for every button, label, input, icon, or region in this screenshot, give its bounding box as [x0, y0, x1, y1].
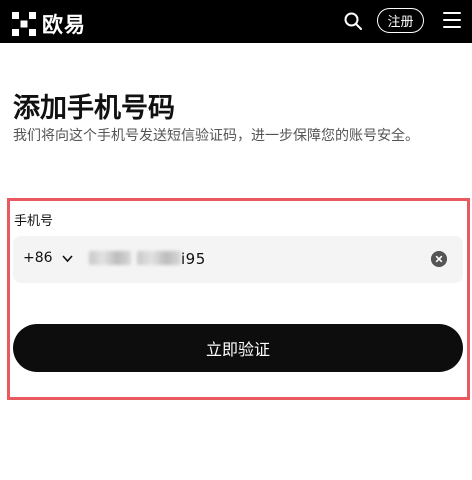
page-description: 我们将向这个手机号发送短信验证码，进一步保障您的账号安全。 [13, 128, 419, 144]
masked-phone-digits [137, 251, 181, 265]
menu-icon[interactable] [443, 12, 461, 30]
register-button[interactable]: 注册 [377, 8, 424, 33]
country-code-value: +86 [23, 250, 53, 266]
top-navigation-bar: 欧易 注册 [0, 0, 472, 43]
phone-input-field[interactable]: +86 i95 [13, 236, 463, 283]
phone-field-label: 手机号 [14, 214, 54, 229]
brand-logo[interactable]: 欧易 [12, 9, 86, 39]
verify-now-button[interactable]: 立即验证 [13, 324, 463, 372]
masked-phone-digits [89, 251, 131, 265]
phone-number-value[interactable]: i95 [181, 250, 206, 268]
clear-input-icon[interactable] [431, 251, 447, 267]
page-title: 添加手机号码 [13, 93, 175, 124]
search-icon[interactable] [342, 10, 364, 32]
okx-logo-icon [12, 12, 36, 36]
brand-name: 欧易 [42, 13, 86, 37]
chevron-down-icon [61, 254, 73, 262]
country-code-selector[interactable]: +86 [23, 250, 74, 266]
